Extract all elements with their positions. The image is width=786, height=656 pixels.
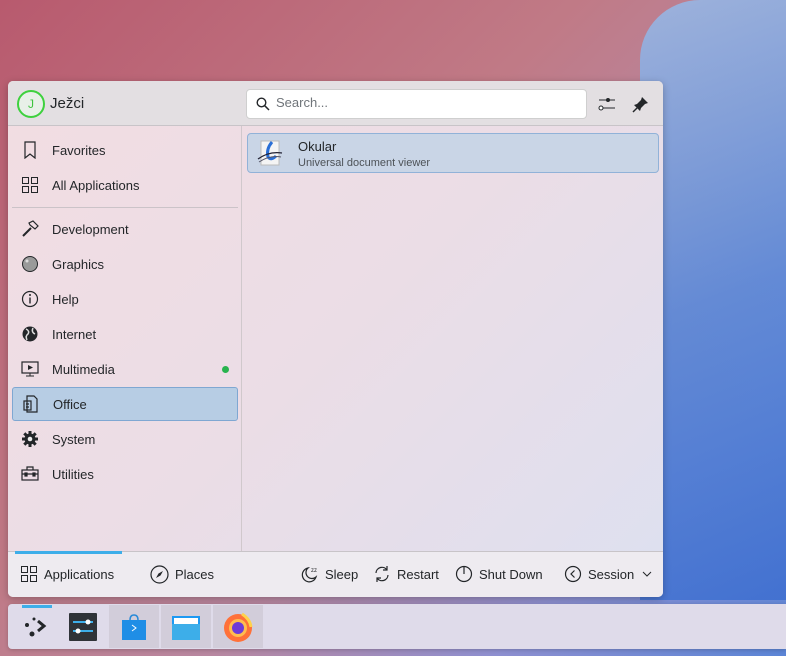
session-icon xyxy=(564,565,582,583)
task-system-settings[interactable] xyxy=(58,605,108,648)
action-label: Session xyxy=(588,566,635,582)
sidebar-item-label: All Applications xyxy=(52,177,140,193)
sidebar-item-label: Utilities xyxy=(52,466,94,482)
sidebar-item-label: Internet xyxy=(52,326,97,342)
power-icon xyxy=(455,565,473,583)
okular-icon xyxy=(257,140,283,166)
tab-label: Places xyxy=(175,567,215,582)
gear-icon xyxy=(20,429,40,449)
active-tab-indicator xyxy=(15,551,122,554)
launcher-footer: Applications Places zz Sleep Restart Shut… xyxy=(8,551,663,597)
restart-icon xyxy=(375,566,389,582)
restart-button[interactable]: Restart xyxy=(373,565,439,583)
application-launcher: J Ježci Favorites All Applications Devel… xyxy=(8,81,663,597)
sidebar-item-multimedia[interactable]: Multimedia xyxy=(12,352,238,386)
sidebar-item-development[interactable]: Development xyxy=(12,212,238,246)
monitor-play-icon xyxy=(20,359,40,379)
kde-launcher-icon xyxy=(25,617,47,636)
globe-icon xyxy=(20,324,40,344)
action-label: Shut Down xyxy=(479,566,543,582)
sleep-icon: zz xyxy=(301,566,318,583)
sidebar-item-system[interactable]: System xyxy=(12,422,238,456)
configure-button[interactable] xyxy=(596,93,618,115)
pin-button[interactable] xyxy=(630,93,652,115)
sidebar-item-label: Help xyxy=(52,291,79,307)
sidebar-item-all-applications[interactable]: All Applications xyxy=(12,168,238,202)
action-label: Sleep xyxy=(325,566,359,582)
grid-icon xyxy=(21,566,37,582)
sidebar-item-label: Multimedia xyxy=(52,361,115,377)
app-name: Okular xyxy=(298,139,337,154)
info-icon xyxy=(20,289,40,309)
graphics-icon xyxy=(20,254,40,274)
app-item-okular[interactable]: Okular Universal document viewer xyxy=(247,133,659,173)
grid-icon xyxy=(20,175,40,195)
avatar[interactable]: J xyxy=(17,90,45,118)
svg-text:zz: zz xyxy=(311,568,317,574)
sidebar-item-label: Office xyxy=(53,396,87,412)
sidebar-item-graphics[interactable]: Graphics xyxy=(12,247,238,281)
firefox-icon xyxy=(224,612,253,642)
sidebar-item-label: Favorites xyxy=(52,142,106,158)
bookmark-icon xyxy=(20,140,40,160)
hammer-icon xyxy=(20,219,40,239)
active-indicator xyxy=(22,605,52,608)
task-firefox[interactable] xyxy=(213,605,263,648)
pin-icon xyxy=(632,97,648,113)
sidebar-item-office[interactable]: Office xyxy=(12,387,238,421)
action-label: Restart xyxy=(397,566,439,582)
sidebar-item-favorites[interactable]: Favorites xyxy=(12,133,238,167)
launcher-button[interactable] xyxy=(11,605,61,648)
system-settings-icon xyxy=(69,612,97,641)
sidebar-item-help[interactable]: Help xyxy=(12,282,238,316)
discover-icon xyxy=(122,613,146,640)
chevron-down-icon xyxy=(642,571,652,577)
category-sidebar: Favorites All Applications Development G… xyxy=(8,126,242,551)
sidebar-item-label: System xyxy=(52,431,96,447)
office-icon xyxy=(21,394,41,414)
new-apps-badge xyxy=(222,366,229,373)
sidebar-item-utilities[interactable]: Utilities xyxy=(12,457,238,491)
app-description: Universal document viewer xyxy=(298,157,431,169)
search-field[interactable] xyxy=(246,89,587,119)
configure-icon xyxy=(598,98,615,111)
user-name: Ježci xyxy=(50,95,85,112)
search-icon xyxy=(256,97,270,111)
compass-icon xyxy=(150,565,169,584)
session-button[interactable]: Session xyxy=(564,565,658,583)
tab-label: Applications xyxy=(44,566,115,582)
sidebar-item-label: Graphics xyxy=(52,256,105,272)
tab-applications[interactable]: Applications xyxy=(20,565,114,583)
sidebar-separator xyxy=(12,207,238,208)
task-discover[interactable] xyxy=(109,605,159,648)
shutdown-button[interactable]: Shut Down xyxy=(455,565,543,583)
sleep-button[interactable]: zz Sleep xyxy=(301,565,358,583)
sidebar-item-label: Development xyxy=(52,221,129,237)
launcher-header: J Ježci xyxy=(8,81,663,126)
task-dolphin[interactable] xyxy=(161,605,211,648)
tab-places[interactable]: Places xyxy=(150,565,214,584)
folder-icon xyxy=(172,615,200,640)
search-input[interactable] xyxy=(276,95,576,110)
taskbar-panel xyxy=(8,604,786,649)
sidebar-item-internet[interactable]: Internet xyxy=(12,317,238,351)
toolbox-icon xyxy=(20,464,40,484)
